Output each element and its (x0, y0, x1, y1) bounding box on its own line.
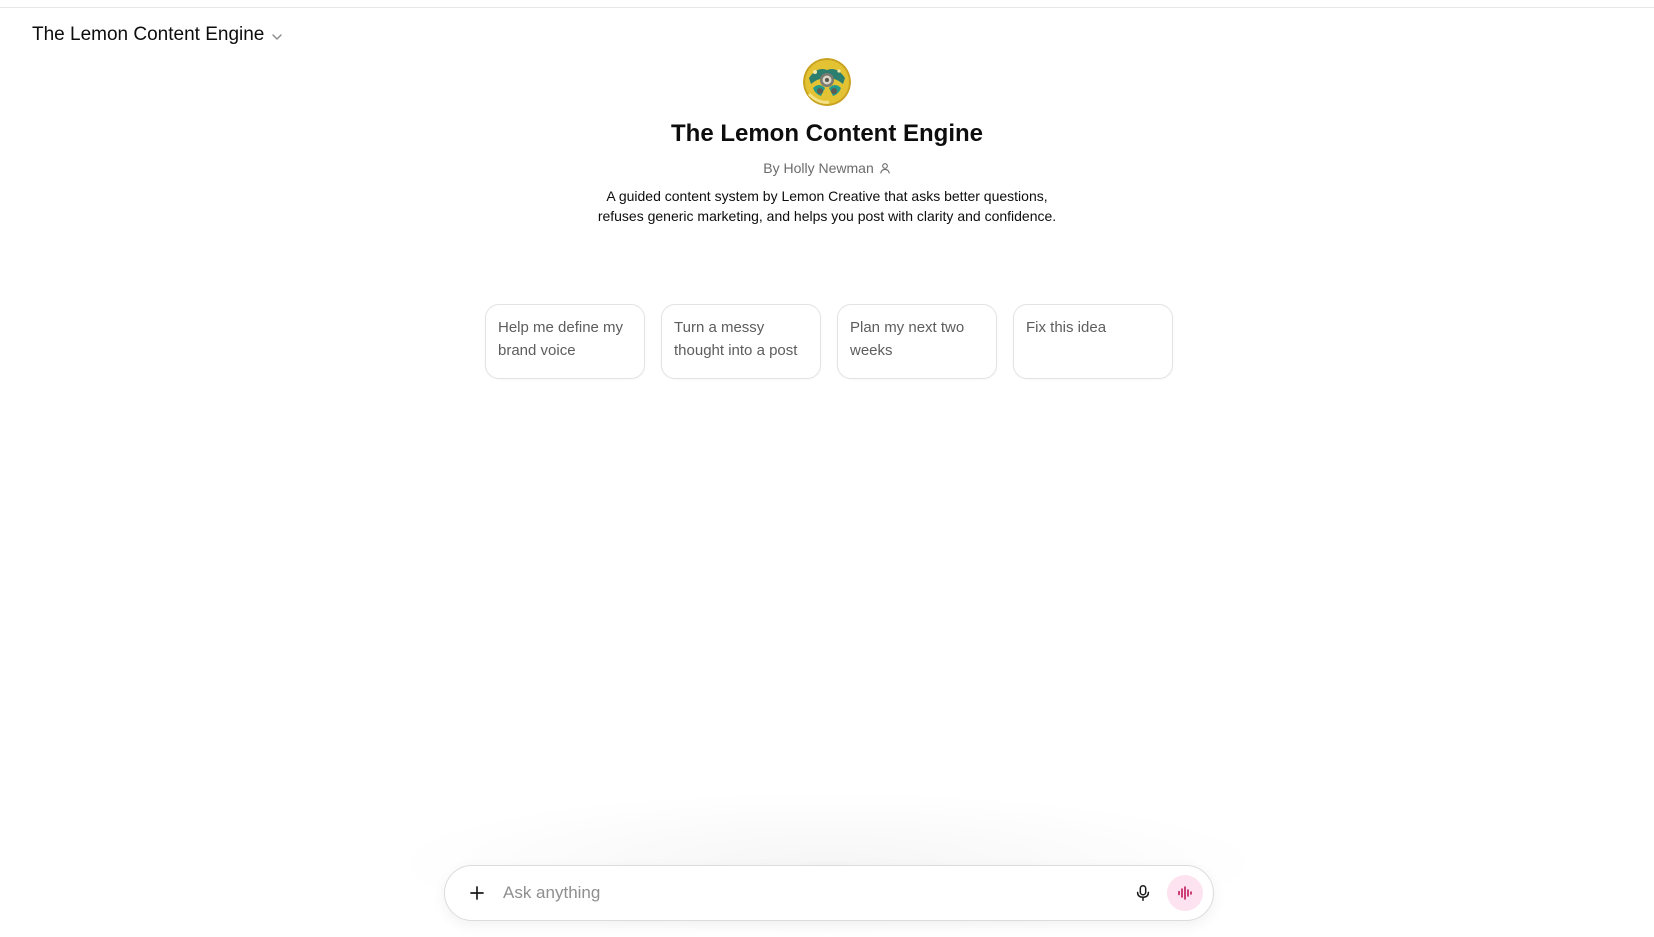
model-switcher[interactable]: The Lemon Content Engine (24, 18, 292, 52)
gpt-title: The Lemon Content Engine (671, 120, 983, 147)
starter-plan-two-weeks[interactable]: Plan my next two weeks (837, 304, 997, 379)
voice-mode-button[interactable] (1167, 875, 1203, 911)
chat-page: The Lemon Content Engine The Lemon Conte… (0, 0, 1654, 937)
attach-button[interactable] (459, 875, 495, 911)
gpt-hero: The Lemon Content Engine By Holly Newman… (0, 58, 1654, 226)
starter-brand-voice[interactable]: Help me define my brand voice (485, 304, 645, 379)
person-icon (879, 162, 891, 174)
starter-messy-thought[interactable]: Turn a messy thought into a post (661, 304, 821, 379)
voice-waveform-icon (1176, 884, 1194, 902)
dictate-button[interactable] (1125, 875, 1161, 911)
byline-text: By Holly Newman (763, 160, 874, 176)
prompt-input[interactable] (495, 875, 1125, 911)
composer (444, 865, 1214, 921)
plus-icon (468, 884, 486, 902)
gpt-byline: By Holly Newman (763, 160, 890, 176)
chevron-down-icon (270, 30, 284, 44)
top-divider (0, 7, 1654, 8)
gpt-description: A guided content system by Lemon Creativ… (597, 188, 1057, 224)
conversation-starters: Help me define my brand voice Turn a mes… (485, 304, 1173, 379)
model-switcher-label: The Lemon Content Engine (32, 24, 265, 45)
microphone-icon (1134, 884, 1152, 902)
gpt-avatar (803, 58, 851, 106)
starter-fix-idea[interactable]: Fix this idea (1013, 304, 1173, 379)
